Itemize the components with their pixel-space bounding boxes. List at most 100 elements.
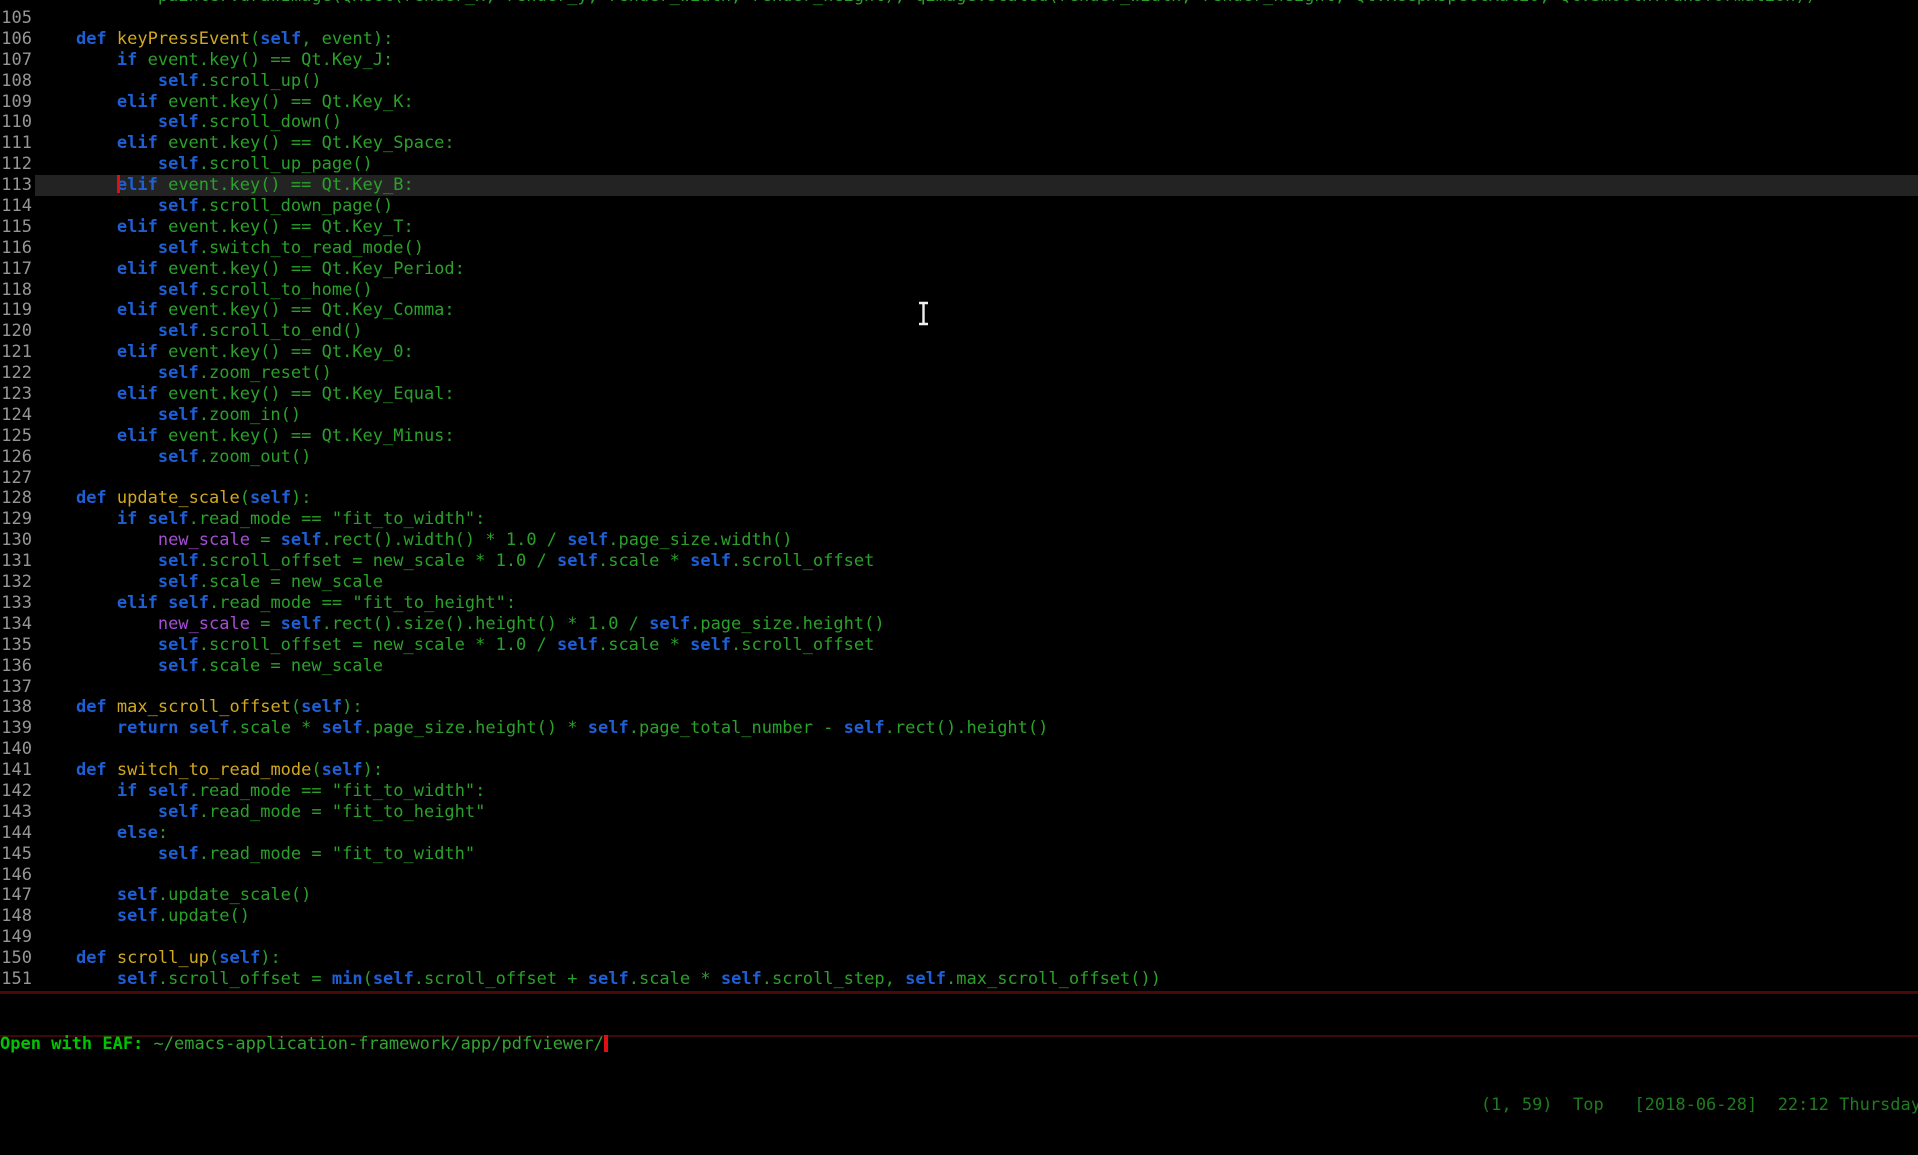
code-text: self.read_mode = "fit_to_width" — [35, 844, 1918, 865]
code-line[interactable]: 137 — [0, 677, 1918, 698]
code-line[interactable]: 124 self.zoom_in() — [0, 405, 1918, 426]
line-number: 146 — [0, 865, 32, 886]
code-line[interactable]: 110 self.scroll_down() — [0, 112, 1918, 133]
code-text: self.scroll_to_end() — [35, 321, 1918, 342]
code-line[interactable]: 131 self.scroll_offset = new_scale * 1.0… — [0, 551, 1918, 572]
code-line[interactable]: 142 if self.read_mode == "fit_to_width": — [0, 781, 1918, 802]
code-text: def scroll_up(self): — [35, 948, 1918, 969]
code-line[interactable]: 122 self.zoom_reset() — [0, 363, 1918, 384]
code-text: else: — [35, 823, 1918, 844]
code-line[interactable]: 112 self.scroll_up_page() — [0, 154, 1918, 175]
code-text: self.scroll_down() — [35, 112, 1918, 133]
line-number: 110 — [0, 112, 32, 133]
code-text — [35, 865, 1918, 886]
code-line[interactable]: 114 self.scroll_down_page() — [0, 196, 1918, 217]
code-line[interactable]: 151 self.scroll_offset = min(self.scroll… — [0, 969, 1918, 990]
line-number: 113 — [0, 175, 32, 196]
code-text: self.scroll_up() — [35, 71, 1918, 92]
code-line[interactable]: 109 elif event.key() == Qt.Key_K: — [0, 92, 1918, 113]
line-number: 126 — [0, 447, 32, 468]
line-number: 119 — [0, 300, 32, 321]
code-line[interactable]: 129 if self.read_mode == "fit_to_width": — [0, 509, 1918, 530]
python-code-buffer[interactable]: painter.drawImage(QRect(render_x, render… — [0, 0, 1918, 991]
code-line[interactable]: 146 — [0, 865, 1918, 886]
code-text: self.scroll_offset = new_scale * 1.0 / s… — [35, 551, 1918, 572]
code-line[interactable]: 145 self.read_mode = "fit_to_width" — [0, 844, 1918, 865]
line-number: 127 — [0, 468, 32, 489]
code-text: new_scale = self.rect().width() * 1.0 / … — [35, 530, 1918, 551]
code-line[interactable]: 132 self.scale = new_scale — [0, 572, 1918, 593]
code-line[interactable]: 117 elif event.key() == Qt.Key_Period: — [0, 259, 1918, 280]
code-line[interactable]: 106 def keyPressEvent(self, event): — [0, 29, 1918, 50]
code-line[interactable]: 120 self.scroll_to_end() — [0, 321, 1918, 342]
code-line[interactable]: 128 def update_scale(self): — [0, 488, 1918, 509]
line-number: 122 — [0, 363, 32, 384]
code-line[interactable]: 107 if event.key() == Qt.Key_J: — [0, 50, 1918, 71]
code-line[interactable]: 150 def scroll_up(self): — [0, 948, 1918, 969]
awesome-tray: (1, 59) Top [2018-06-28] 22:12 Thursday — [0, 1095, 1918, 1115]
line-number: 118 — [0, 280, 32, 301]
line-number: 123 — [0, 384, 32, 405]
code-text: self.zoom_reset() — [35, 363, 1918, 384]
line-number: 150 — [0, 948, 32, 969]
line-number: 133 — [0, 593, 32, 614]
code-line[interactable]: 135 self.scroll_offset = new_scale * 1.0… — [0, 635, 1918, 656]
line-number: 144 — [0, 823, 32, 844]
line-number: 130 — [0, 530, 32, 551]
line-number: 143 — [0, 802, 32, 823]
code-line[interactable]: 141 def switch_to_read_mode(self): — [0, 760, 1918, 781]
line-number: 135 — [0, 635, 32, 656]
code-line[interactable]: 148 self.update() — [0, 906, 1918, 927]
code-line[interactable]: 140 — [0, 739, 1918, 760]
line-number: 140 — [0, 739, 32, 760]
code-text: elif event.key() == Qt.Key_Period: — [35, 259, 1918, 280]
code-line[interactable]: 126 self.zoom_out() — [0, 447, 1918, 468]
line-number: 117 — [0, 259, 32, 280]
code-text: self.switch_to_read_mode() — [35, 238, 1918, 259]
code-line[interactable]: 133 elif self.read_mode == "fit_to_heigh… — [0, 593, 1918, 614]
code-text — [35, 739, 1918, 760]
code-line[interactable]: 147 self.update_scale() — [0, 885, 1918, 906]
line-number: 111 — [0, 133, 32, 154]
minibuffer-input[interactable]: ~/emacs-application-framework/app/pdfvie… — [154, 1034, 604, 1054]
line-number: 106 — [0, 29, 32, 50]
code-text: if self.read_mode == "fit_to_width": — [35, 781, 1918, 802]
code-line[interactable]: 108 self.scroll_up() — [0, 71, 1918, 92]
code-text — [35, 468, 1918, 489]
code-line[interactable]: 138 def max_scroll_offset(self): — [0, 697, 1918, 718]
line-number: 125 — [0, 426, 32, 447]
code-line[interactable]: 111 elif event.key() == Qt.Key_Space: — [0, 133, 1918, 154]
code-text: elif self.read_mode == "fit_to_height": — [35, 593, 1918, 614]
code-line[interactable]: 113 elif event.key() == Qt.Key_B: — [0, 175, 1918, 196]
code-line[interactable]: 139 return self.scale * self.page_size.h… — [0, 718, 1918, 739]
code-line[interactable]: 125 elif event.key() == Qt.Key_Minus: — [0, 426, 1918, 447]
code-line[interactable]: 127 — [0, 468, 1918, 489]
code-text: elif event.key() == Qt.Key_Space: — [35, 133, 1918, 154]
code-line[interactable]: 119 elif event.key() == Qt.Key_Comma: — [0, 300, 1918, 321]
code-text: elif event.key() == Qt.Key_T: — [35, 217, 1918, 238]
code-lines: 105106 def keyPressEvent(self, event):10… — [0, 8, 1918, 990]
code-line[interactable]: 116 self.switch_to_read_mode() — [0, 238, 1918, 259]
code-text: def keyPressEvent(self, event): — [35, 29, 1918, 50]
code-line[interactable]: 118 self.scroll_to_home() — [0, 280, 1918, 301]
code-line[interactable]: 123 elif event.key() == Qt.Key_Equal: — [0, 384, 1918, 405]
clipped-code-text: painter.drawImage(QRect(render_x, render… — [35, 0, 1816, 7]
code-line[interactable]: 105 — [0, 8, 1918, 29]
minibuffer[interactable]: Open with EAF: ~/emacs-application-frame… — [0, 994, 1918, 1035]
code-line[interactable]: 143 self.read_mode = "fit_to_height" — [0, 802, 1918, 823]
code-text: self.scroll_to_home() — [35, 280, 1918, 301]
line-number: 114 — [0, 196, 32, 217]
code-line[interactable]: 134 new_scale = self.rect().size().heigh… — [0, 614, 1918, 635]
line-number: 134 — [0, 614, 32, 635]
code-line[interactable]: 144 else: — [0, 823, 1918, 844]
minibuffer-input-line[interactable]: Open with EAF: ~/emacs-application-frame… — [0, 1034, 1918, 1055]
code-line[interactable]: 115 elif event.key() == Qt.Key_T: — [0, 217, 1918, 238]
code-line[interactable]: 136 self.scale = new_scale — [0, 656, 1918, 677]
code-line[interactable]: 130 new_scale = self.rect().width() * 1.… — [0, 530, 1918, 551]
code-text: elif event.key() == Qt.Key_B: — [35, 175, 1918, 196]
code-text: def max_scroll_offset(self): — [35, 697, 1918, 718]
line-number: 108 — [0, 71, 32, 92]
code-line[interactable]: 121 elif event.key() == Qt.Key_0: — [0, 342, 1918, 363]
code-line[interactable]: 149 — [0, 927, 1918, 948]
line-number: 141 — [0, 760, 32, 781]
